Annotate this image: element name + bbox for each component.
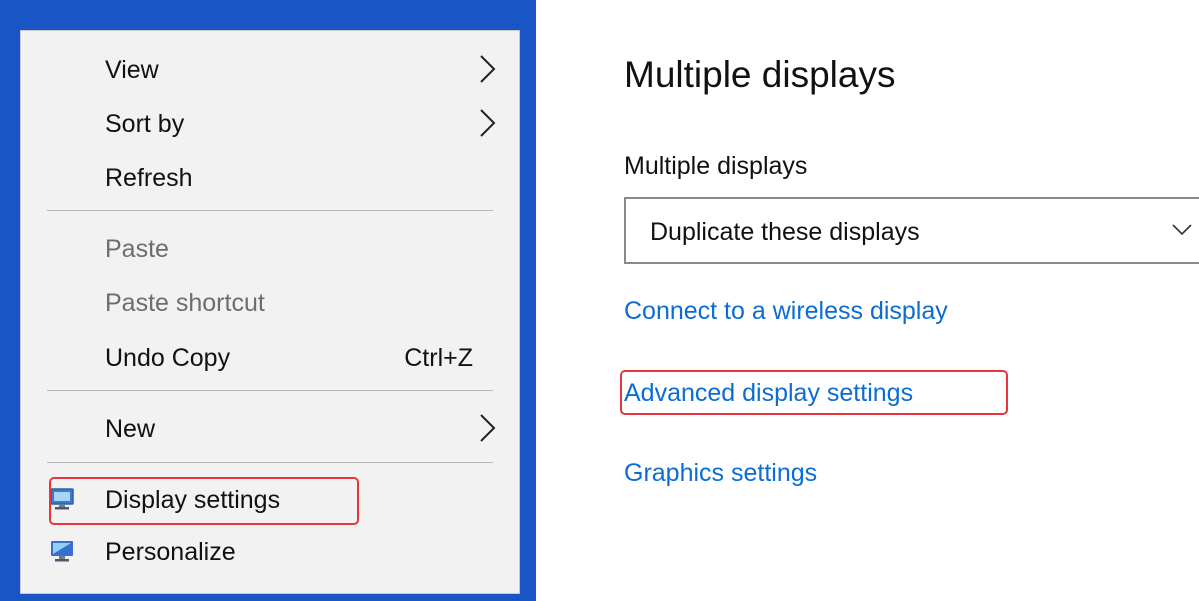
menu-item-new[interactable]: New: [21, 405, 519, 453]
personalize-icon: [51, 541, 73, 562]
section-title: Multiple displays: [624, 54, 896, 95]
menu-item-label: New: [105, 415, 156, 443]
display-settings-highlight: [49, 477, 359, 525]
desktop-background: View Sort by Refresh Paste Paste shortcu…: [0, 0, 536, 601]
graphics-settings-link[interactable]: Graphics settings: [624, 459, 817, 488]
menu-item-undo-copy[interactable]: Undo Copy Ctrl+Z: [21, 334, 519, 382]
multiple-displays-label: Multiple displays: [624, 152, 808, 180]
menu-item-paste[interactable]: Paste: [21, 225, 519, 273]
menu-item-label: View: [105, 56, 159, 84]
menu-item-sort-by[interactable]: Sort by: [21, 100, 519, 148]
menu-item-label: Undo Copy: [105, 344, 231, 372]
multiple-displays-dropdown[interactable]: Duplicate these displays: [624, 197, 1199, 264]
menu-item-label: Personalize: [105, 538, 236, 566]
connect-wireless-display-link[interactable]: Connect to a wireless display: [624, 297, 948, 326]
menu-item-view[interactable]: View: [21, 46, 519, 94]
menu-item-personalize[interactable]: Personalize: [21, 528, 519, 576]
menu-item-label: Sort by: [105, 110, 185, 138]
dropdown-selected-value: Duplicate these displays: [650, 218, 920, 246]
menu-item-label: Refresh: [105, 164, 193, 192]
menu-item-label: Paste: [105, 235, 169, 263]
chevron-down-icon: [1172, 224, 1192, 236]
menu-item-label: Paste shortcut: [105, 289, 265, 317]
submenu-arrow-icon: [480, 109, 496, 137]
submenu-arrow-icon: [480, 55, 496, 83]
menu-separator: [47, 462, 493, 463]
menu-separator: [47, 390, 493, 391]
menu-separator: [47, 210, 493, 211]
advanced-display-settings-link[interactable]: Advanced display settings: [624, 379, 913, 408]
settings-panel: Multiple displays Multiple displays Dupl…: [536, 0, 1199, 601]
submenu-arrow-icon: [480, 414, 496, 442]
menu-item-refresh[interactable]: Refresh: [21, 154, 519, 202]
menu-item-shortcut: Ctrl+Z: [404, 344, 473, 372]
menu-item-paste-shortcut[interactable]: Paste shortcut: [21, 279, 519, 327]
